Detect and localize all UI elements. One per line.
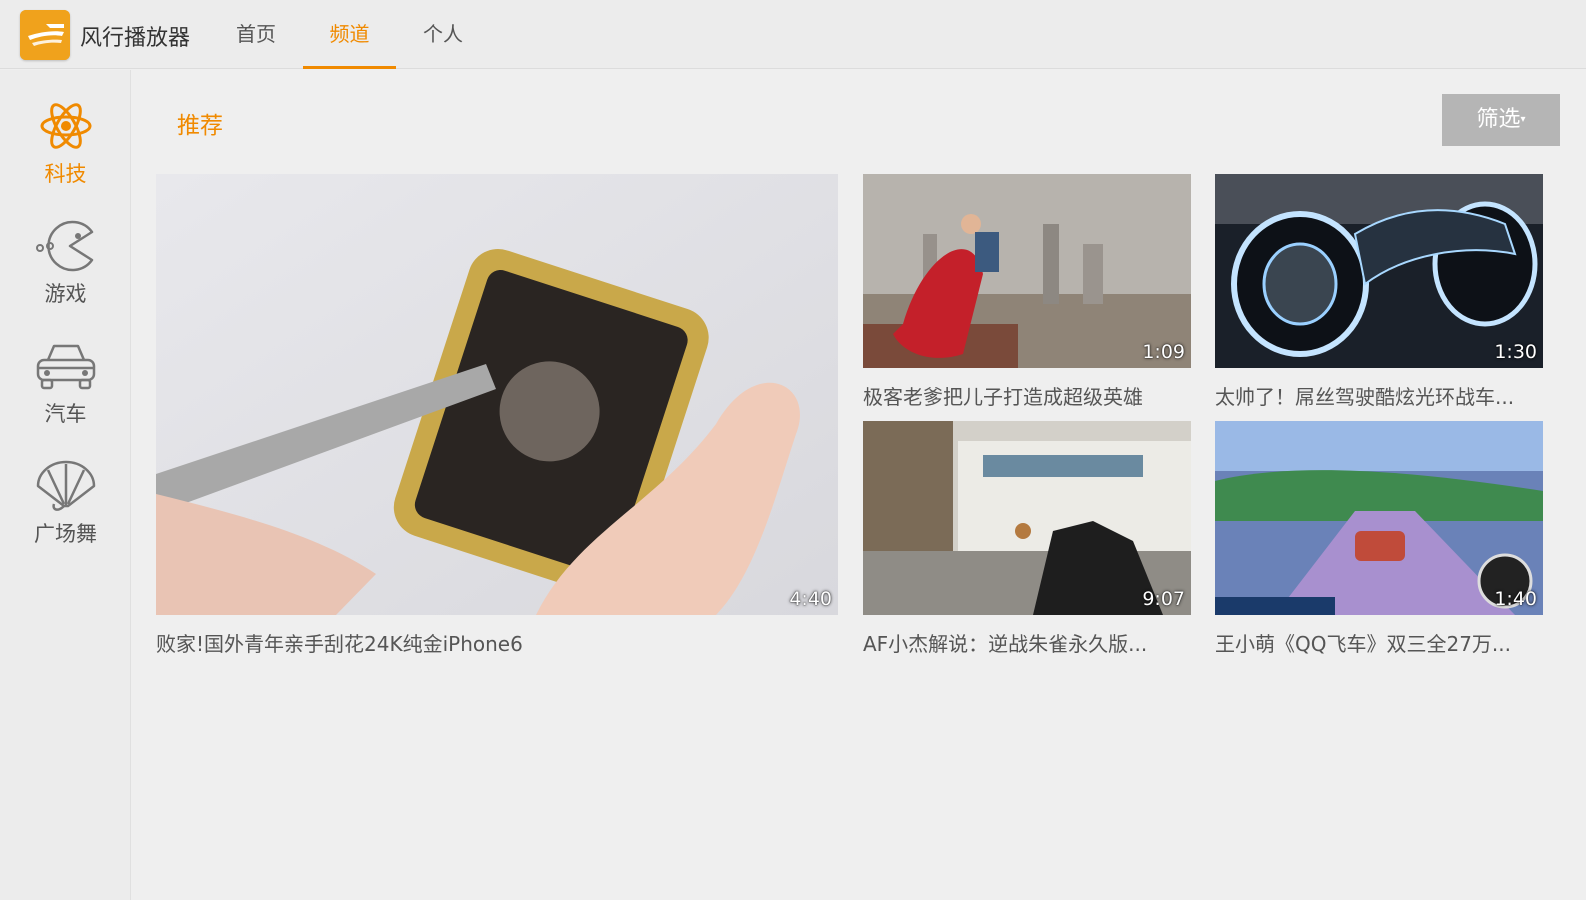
video-thumbnail-image: [863, 174, 1191, 368]
sidebar-item-label: 科技: [44, 162, 87, 186]
category-sidebar: 科技 游戏 汽车 广场舞: [0, 70, 131, 900]
tab-home[interactable]: 首页: [226, 0, 286, 69]
app-logo[interactable]: [20, 10, 70, 60]
section-title: 推荐: [177, 113, 223, 139]
video-thumbnail[interactable]: 9:07: [863, 421, 1191, 615]
video-duration: 1:40: [1494, 588, 1537, 610]
fan-icon: [36, 460, 95, 511]
sidebar-item-label: 汽车: [44, 402, 87, 426]
sidebar-item-cars[interactable]: 汽车: [0, 338, 131, 448]
caret-down-icon: ▾: [1520, 114, 1526, 125]
video-duration: 1:30: [1494, 341, 1537, 363]
sidebar-item-games[interactable]: 游戏: [0, 218, 131, 328]
video-thumbnail-image: [863, 421, 1191, 615]
video-thumbnail-image: [1215, 174, 1543, 368]
video-title[interactable]: AF小杰解说：逆战朱雀永久版...: [863, 628, 1191, 657]
logo-icon: [20, 10, 70, 60]
video-thumbnail[interactable]: 1:40: [1215, 421, 1543, 615]
video-duration: 9:07: [1142, 588, 1185, 610]
video-thumbnail[interactable]: 4:40: [156, 174, 838, 615]
video-duration: 4:40: [789, 588, 832, 610]
video-title[interactable]: 败家!国外青年亲手刮花24K纯金iPhone6: [156, 628, 838, 657]
car-icon: [36, 344, 95, 390]
video-thumbnail-image: [1215, 421, 1543, 615]
sidebar-item-label: 游戏: [44, 282, 87, 306]
video-title[interactable]: 太帅了！屌丝驾驶酷炫光环战车...: [1215, 381, 1543, 410]
video-thumbnail[interactable]: 1:09: [863, 174, 1191, 368]
video-thumbnail-image: [156, 174, 838, 615]
pacman-icon: [35, 220, 93, 272]
video-title[interactable]: 王小萌《QQ飞车》双三全27万...: [1215, 628, 1543, 657]
top-bar: 风行播放器 首页 频道 个人: [0, 0, 1586, 69]
filter-label: 筛选: [1476, 107, 1521, 132]
sidebar-item-square-dance[interactable]: 广场舞: [0, 458, 131, 568]
video-thumbnail[interactable]: 1:30: [1215, 174, 1543, 368]
sidebar-item-label: 广场舞: [34, 522, 97, 546]
tab-personal[interactable]: 个人: [413, 0, 473, 69]
app-title: 风行播放器: [80, 26, 191, 51]
filter-button[interactable]: 筛选▾: [1442, 94, 1560, 146]
atom-icon: [40, 103, 91, 149]
tab-channels[interactable]: 频道: [303, 0, 396, 69]
sidebar-item-tech[interactable]: 科技: [0, 98, 131, 208]
video-duration: 1:09: [1142, 341, 1185, 363]
video-title[interactable]: 极客老爹把儿子打造成超级英雄: [863, 381, 1191, 410]
